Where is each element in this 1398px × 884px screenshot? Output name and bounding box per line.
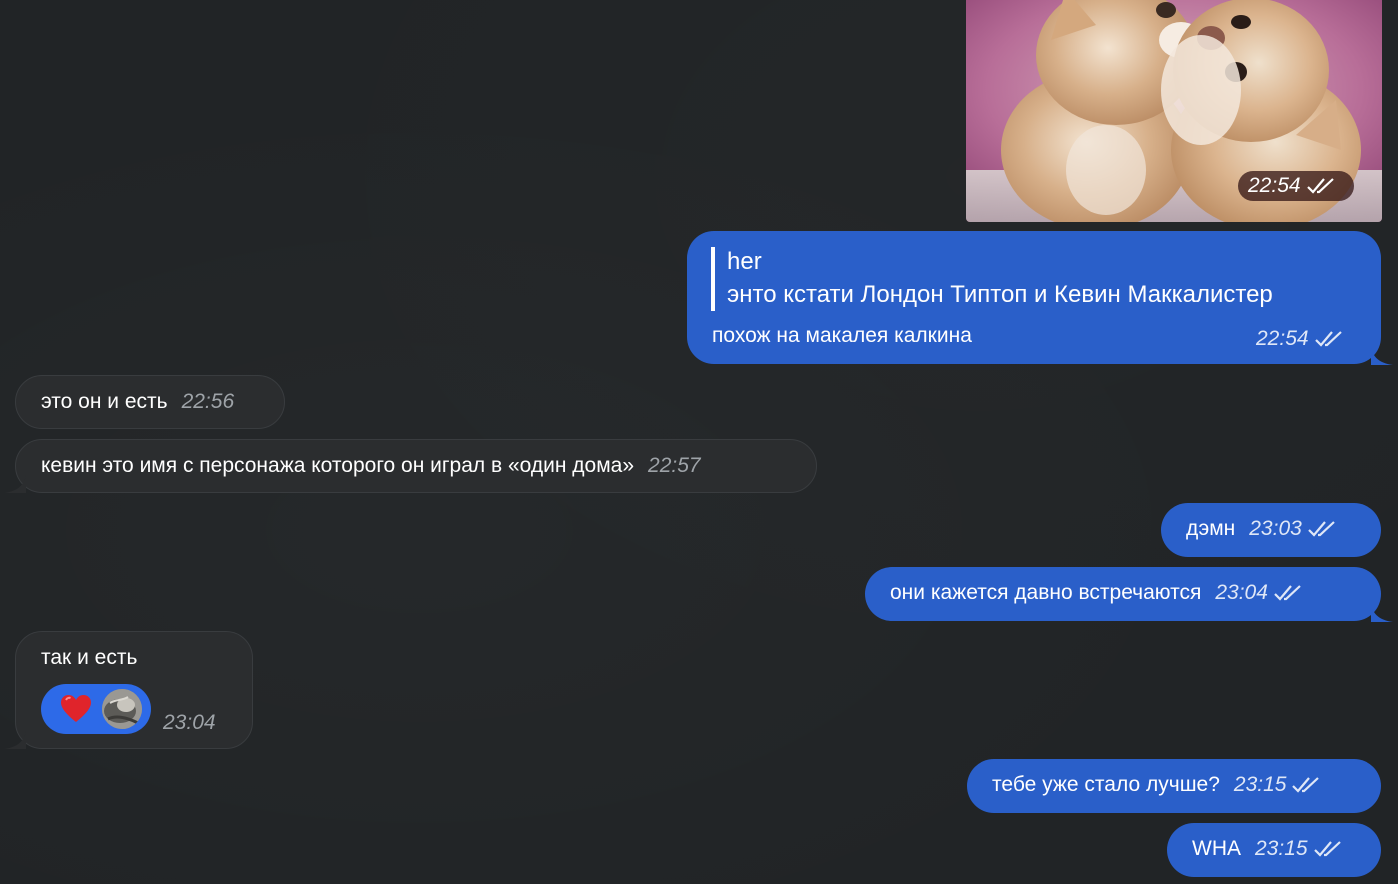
message-text: это он и есть: [41, 390, 168, 413]
message-text: они кажется давно встречаются: [890, 581, 1202, 604]
message-time-block: 22:54: [1256, 326, 1345, 352]
double-check-icon: [1292, 777, 1320, 793]
quote-text: энто кстати Лондон Типтоп и Кевин Маккал…: [727, 281, 1273, 308]
message-time: 22:57: [648, 454, 701, 477]
double-check-icon: [1314, 331, 1342, 347]
double-check-icon: [1308, 521, 1335, 537]
message-time: 23:15: [1255, 837, 1308, 860]
incoming-message[interactable]: кевин это имя с персонажа которого он иг…: [4, 439, 817, 493]
message-time: 23:04: [163, 711, 216, 734]
message-time: 23:04: [1215, 581, 1268, 604]
message-text: так и есть: [41, 646, 138, 669]
quote-author: her: [727, 248, 762, 275]
image-time-badge: 22:54: [1238, 171, 1354, 201]
image-message[interactable]: 22:54: [966, 0, 1382, 222]
reactor-avatar: [102, 689, 142, 729]
bubble-tail: [1371, 604, 1393, 622]
message-text: WHA: [1192, 837, 1241, 860]
message-text: тебе уже стало лучше?: [992, 773, 1220, 796]
message-time: 22:56: [181, 390, 235, 413]
message-time: 23:15: [1233, 773, 1287, 796]
message-time: 22:54: [1256, 327, 1309, 350]
message-text: похож на макалея калкина: [712, 324, 972, 347]
chat-area: 22:54 her энто кстати Лондон Типтоп и Ке…: [0, 0, 1398, 884]
incoming-message-with-reaction[interactable]: так и есть 23:04: [4, 631, 253, 749]
outgoing-message[interactable]: тебе уже стало лучше? 23:15: [967, 759, 1381, 813]
outgoing-message-reply[interactable]: her энто кстати Лондон Типтоп и Кевин Ма…: [687, 231, 1393, 365]
message-text: дэмн: [1186, 517, 1236, 540]
image-time: 22:54: [1248, 174, 1301, 197]
bubble-tail: [4, 475, 26, 493]
double-check-icon: [1313, 841, 1341, 857]
outgoing-message[interactable]: WHA 23:15: [1167, 823, 1381, 877]
incoming-message[interactable]: это он и есть 22:56: [15, 375, 285, 429]
outgoing-message[interactable]: они кажется давно встречаются 23:04: [865, 567, 1393, 622]
outgoing-message[interactable]: дэмн 23:03: [1161, 503, 1381, 557]
reaction-pill[interactable]: [41, 684, 151, 734]
message-time: 23:03: [1249, 517, 1302, 540]
reply-quote[interactable]: her энто кстати Лондон Типтоп и Кевин Ма…: [711, 247, 1273, 311]
heart-icon: [61, 695, 91, 722]
message-text: кевин это имя с персонажа которого он иг…: [41, 454, 635, 477]
double-check-icon: [1306, 178, 1334, 194]
bubble-tail: [1371, 347, 1393, 365]
double-check-icon: [1274, 585, 1301, 601]
bubble-tail: [4, 731, 26, 749]
